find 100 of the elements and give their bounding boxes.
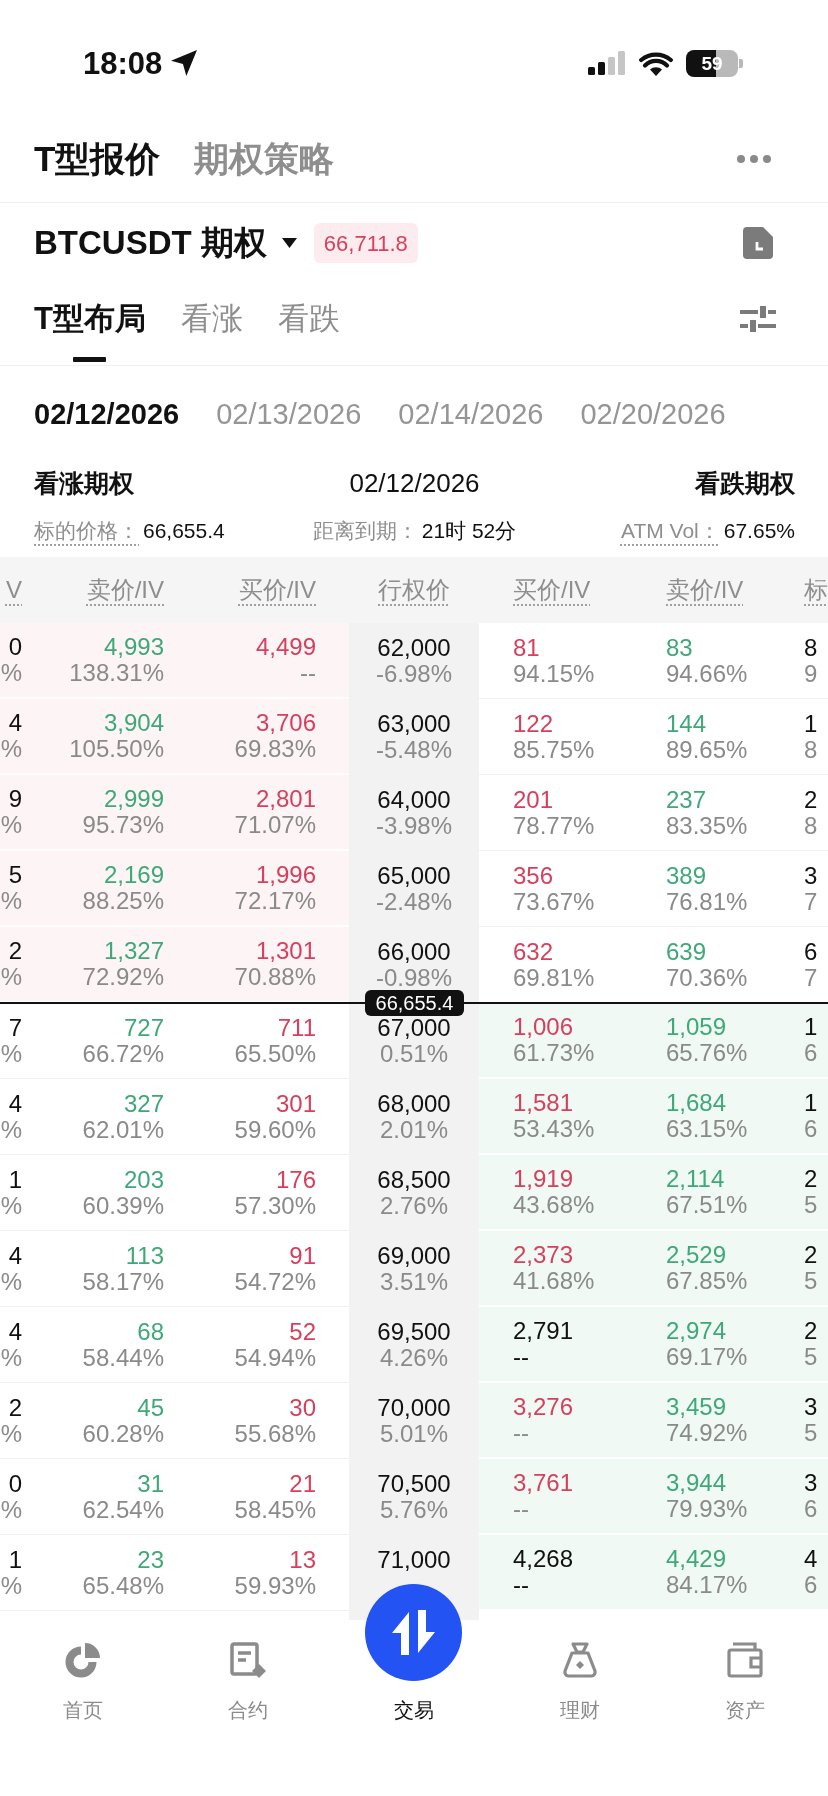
call-bid-iv: 65.50% <box>234 1040 316 1067</box>
put-bid-iv: 69.81% <box>513 964 595 991</box>
stat-label[interactable]: 标的价格： <box>34 515 139 547</box>
underlying-price-tag: 66,655.4 <box>365 990 464 1016</box>
nav-tab[interactable]: 资产 <box>662 1642 828 1722</box>
put-bid-price: 1,581 <box>513 1090 574 1116</box>
truncated-value: 8 <box>804 812 818 839</box>
put-bid-iv: 43.68% <box>513 1192 595 1218</box>
column-header[interactable]: 标 <box>804 575 828 605</box>
put-ask-price: 83 <box>666 634 693 661</box>
document-icon <box>230 1642 267 1678</box>
put-ask-price: 237 <box>666 786 707 813</box>
call-bid-price: 176 <box>275 1166 316 1193</box>
column-header[interactable]: V <box>6 575 22 605</box>
header-tab[interactable]: T型报价 <box>34 137 161 181</box>
truncated-value: 1 <box>804 710 818 737</box>
put-ask-price: 3,944 <box>666 1470 727 1496</box>
nav-tab[interactable]: 合约 <box>165 1642 332 1722</box>
column-header[interactable]: 买价/IV <box>513 575 591 605</box>
strike-change: 4.26% <box>379 1345 449 1371</box>
call-bid-iv: 59.93% <box>234 1572 316 1599</box>
truncated-value: 5 <box>804 1268 818 1294</box>
call-ask-price: 1,327 <box>103 938 164 964</box>
truncated-value: 7 <box>804 964 818 991</box>
put-ask-price: 389 <box>666 862 707 889</box>
strike-price: 68,000 <box>377 1091 451 1117</box>
truncated-value: 2 <box>804 1318 818 1344</box>
caret-icon <box>281 238 297 248</box>
document-clock-icon[interactable] <box>743 227 773 259</box>
put-bid-price: 2,373 <box>513 1242 574 1268</box>
column-header[interactable]: 行权价 <box>378 575 450 605</box>
strike-price: 63,000 <box>377 711 451 737</box>
call-options-title: 看涨期权 <box>34 467 134 499</box>
nav-tab[interactable]: 理财 <box>496 1642 663 1722</box>
expiry-tab[interactable]: 02/14/2026 <box>398 396 544 432</box>
put-bid-price: 3,276 <box>513 1394 574 1420</box>
expiry-tab[interactable]: 02/12/2026 <box>34 396 180 432</box>
call-ask-price: 23 <box>137 1546 164 1573</box>
wifi-icon <box>639 50 673 76</box>
call-ask-iv: 65.48% <box>82 1572 164 1599</box>
truncated-value: 5 <box>8 862 22 888</box>
truncated-value: 9 <box>804 660 818 687</box>
stat-label[interactable]: ATM Vol： <box>620 515 720 547</box>
strike-price: 71,000 <box>377 1547 451 1573</box>
sliders-icon[interactable] <box>740 306 776 332</box>
put-bid-price: 3,761 <box>513 1470 574 1496</box>
truncated-value: 5 <box>804 1344 818 1370</box>
call-ask-iv: 138.31% <box>69 660 164 686</box>
nav-tab[interactable]: 首页 <box>0 1642 166 1722</box>
strike-price: 68,500 <box>377 1167 451 1193</box>
wallet-icon <box>727 1642 764 1678</box>
truncated-value: 6 <box>804 1496 818 1522</box>
stat-label: 距离到期： <box>312 518 418 545</box>
call-bid-iv: 55.68% <box>234 1420 316 1447</box>
call-bid-price: 21 <box>289 1470 316 1497</box>
strike-price: 70,000 <box>377 1395 451 1421</box>
call-ask-price: 3,904 <box>103 710 164 736</box>
call-ask-price: 727 <box>123 1014 164 1041</box>
truncated-value: % <box>0 736 22 762</box>
truncated-value: 2 <box>804 1242 818 1268</box>
expiry-tab[interactable]: 02/20/2026 <box>580 396 726 432</box>
header-tab[interactable]: 期权策略 <box>194 137 335 181</box>
truncated-value: 2 <box>8 938 22 964</box>
pie-chart-icon <box>64 1642 101 1678</box>
call-ask-iv: 60.39% <box>82 1192 164 1219</box>
view-tab[interactable]: T型布局 <box>34 297 146 362</box>
put-ask-iv: 76.81% <box>666 888 748 915</box>
truncated-value: 6 <box>804 938 818 965</box>
put-bid-iv: 94.15% <box>513 660 595 687</box>
call-ask-price: 68 <box>137 1318 164 1345</box>
nav-tab[interactable]: 交易 <box>331 1584 497 1722</box>
put-bid-iv: 78.77% <box>513 812 595 839</box>
expiry-date-title: 02/12/2026 <box>349 467 480 500</box>
call-bid-price: 13 <box>289 1546 316 1573</box>
strike-change: 2.01% <box>379 1117 449 1143</box>
call-ask-iv: 72.92% <box>82 964 164 990</box>
truncated-value: 4 <box>8 710 22 736</box>
put-bid-iv: 61.73% <box>513 1040 595 1066</box>
column-header[interactable]: 买价/IV <box>238 575 316 605</box>
call-ask-price: 31 <box>137 1470 164 1497</box>
column-header[interactable]: 卖价/IV <box>666 575 744 605</box>
call-ask-price: 2,999 <box>103 786 164 812</box>
put-bid-iv: 85.75% <box>513 736 595 763</box>
call-bid-price: 52 <box>289 1318 316 1345</box>
expiry-tab[interactable]: 02/13/2026 <box>216 396 362 432</box>
truncated-value: 8 <box>804 634 818 661</box>
instrument-selector[interactable]: BTCUSDT 期权 <box>34 222 297 264</box>
view-tab[interactable]: 看涨 <box>180 297 243 341</box>
call-ask-iv: 105.50% <box>69 736 164 762</box>
truncated-value: % <box>0 812 22 838</box>
put-ask-iv: 74.92% <box>666 1420 748 1446</box>
put-ask-price: 2,974 <box>666 1318 727 1344</box>
more-icon[interactable] <box>737 155 771 163</box>
column-header[interactable]: 卖价/IV <box>86 575 164 605</box>
truncated-value: 2 <box>804 786 818 813</box>
put-ask-iv: 69.17% <box>666 1344 748 1370</box>
view-tab[interactable]: 看跌 <box>277 297 340 341</box>
put-bid-iv: 53.43% <box>513 1116 595 1142</box>
call-bid-price: 1,996 <box>255 862 316 888</box>
call-ask-iv: 62.54% <box>82 1496 164 1523</box>
